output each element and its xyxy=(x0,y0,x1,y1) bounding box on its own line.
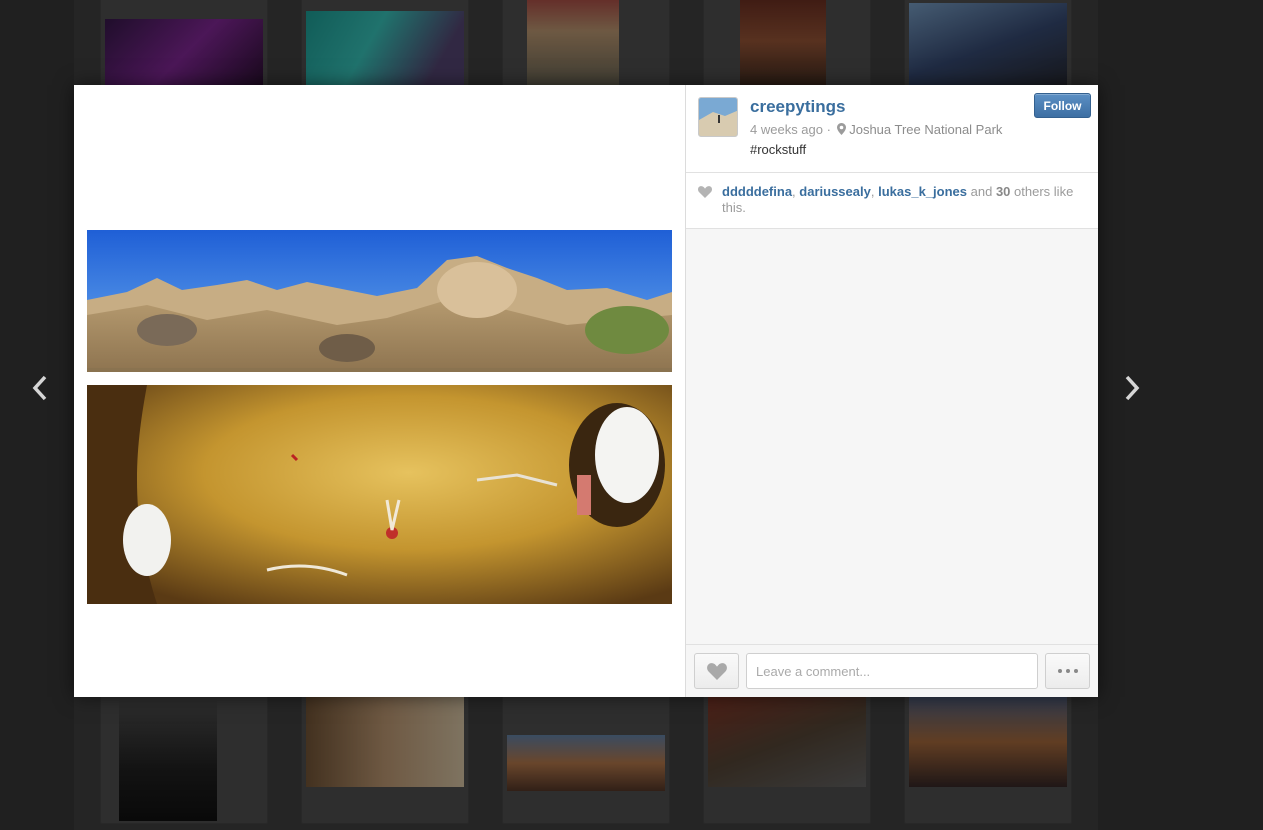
liker-link[interactable]: dariussealy xyxy=(799,184,871,199)
liker-link[interactable]: dddddefina xyxy=(722,184,792,199)
post-photo[interactable] xyxy=(87,230,672,604)
heart-icon xyxy=(706,662,727,680)
ellipsis-icon xyxy=(1057,669,1062,673)
location-pin-icon xyxy=(836,123,846,135)
next-post-button[interactable] xyxy=(1122,374,1142,402)
username-link[interactable]: creepytings xyxy=(750,97,845,117)
ellipsis-icon xyxy=(1073,669,1078,673)
heart-icon xyxy=(698,186,712,198)
post-caption[interactable]: #rockstuff xyxy=(750,142,806,157)
comma: , xyxy=(792,184,796,199)
likes-count[interactable]: 30 xyxy=(996,184,1010,199)
photo-pane xyxy=(74,85,685,697)
likes-others: others xyxy=(1014,184,1051,199)
comment-bar xyxy=(686,644,1098,697)
liker-link[interactable]: lukas_k_jones xyxy=(878,184,967,199)
likes-section: dddddefina, dariussealy, lukas_k_jones a… xyxy=(686,173,1098,229)
follow-button[interactable]: Follow xyxy=(1034,93,1091,118)
ellipsis-icon xyxy=(1065,669,1070,673)
comment-input[interactable] xyxy=(746,653,1038,689)
post-time[interactable]: 4 weeks ago xyxy=(750,122,823,137)
location-link[interactable]: Joshua Tree National Park xyxy=(849,122,1002,137)
post-details-panel: creepytings 4 weeks ago · Joshua Tree Na… xyxy=(685,85,1098,697)
post-meta: 4 weeks ago · Joshua Tree National Park xyxy=(750,122,1002,137)
comma: , xyxy=(870,184,875,199)
likes-and: and xyxy=(970,184,993,199)
chevron-left-icon xyxy=(32,375,47,401)
post-header: creepytings 4 weeks ago · Joshua Tree Na… xyxy=(686,85,1098,173)
meta-separator: · xyxy=(826,122,831,137)
post-modal: creepytings 4 weeks ago · Joshua Tree Na… xyxy=(74,85,1098,697)
like-button[interactable] xyxy=(694,653,739,689)
chevron-right-icon xyxy=(1125,375,1140,401)
avatar[interactable] xyxy=(698,97,738,137)
previous-post-button[interactable] xyxy=(30,374,50,402)
more-options-button[interactable] xyxy=(1045,653,1090,689)
likes-text: dddddefina, dariussealy, lukas_k_jones a… xyxy=(722,184,1082,216)
